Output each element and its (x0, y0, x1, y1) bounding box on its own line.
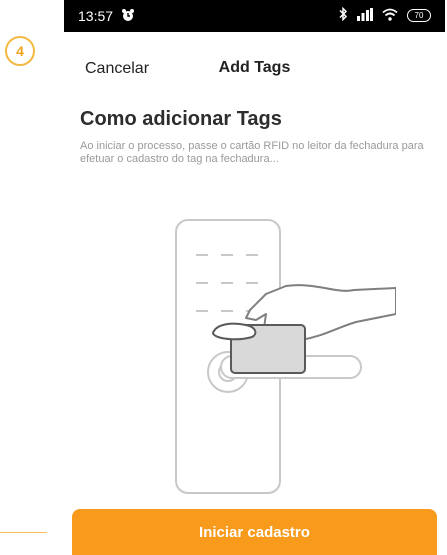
page-heading: Como adicionar Tags (80, 108, 282, 130)
status-bar: 13:57 70 (64, 0, 445, 32)
bluetooth-icon (338, 6, 348, 24)
step-number-badge: 4 (5, 36, 35, 66)
cancel-button[interactable]: Cancelar (85, 60, 149, 78)
instruction-text: Ao iniciar o processo, passe o cartão RF… (80, 140, 424, 165)
start-registration-button[interactable]: Iniciar cadastro (72, 509, 437, 555)
wifi-icon (382, 8, 398, 24)
status-time: 13:57 (78, 8, 114, 24)
alarm-icon (121, 8, 135, 25)
signal-icon (357, 7, 373, 24)
rfid-tag-illustration (175, 219, 396, 494)
guide-line (0, 532, 47, 533)
status-icons: 70 (338, 6, 431, 24)
phone-screen: 13:57 70 Add Tags Cancelar Como adiciona… (64, 0, 445, 555)
nav-bar: Add Tags Cancelar (64, 54, 445, 84)
battery-icon: 70 (407, 9, 431, 22)
